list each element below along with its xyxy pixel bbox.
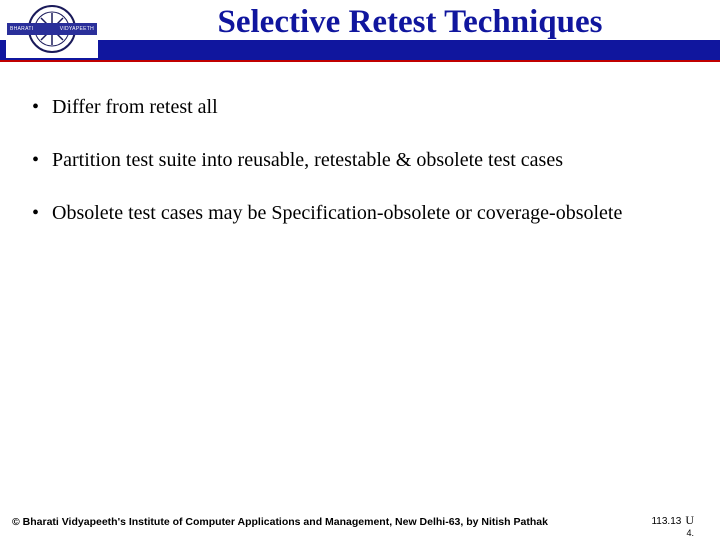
list-item: Partition test suite into reusable, rete… xyxy=(30,141,698,180)
copyright-text: © Bharati Vidyapeeth's Institute of Comp… xyxy=(12,516,548,528)
slide-body: Differ from retest all Partition test su… xyxy=(30,88,698,247)
slide-header: BHARATI VIDYAPEETH Selective Retest Tech… xyxy=(0,0,720,62)
logo-text-left: BHARATI xyxy=(10,26,33,32)
logo-text-right: VIDYAPEETH xyxy=(60,26,94,32)
page-number: 113.13 U xyxy=(651,513,694,528)
header-red-underline xyxy=(0,60,720,62)
page-number-value: 113.13 xyxy=(651,516,681,527)
list-item: Differ from retest all xyxy=(30,88,698,127)
institute-logo: BHARATI VIDYAPEETH xyxy=(6,0,98,58)
header-blue-bar xyxy=(0,40,720,60)
page-letter: U xyxy=(685,513,694,527)
slide-title: Selective Retest Techniques xyxy=(108,4,712,41)
page-sub: 4. xyxy=(686,528,694,538)
bullet-list: Differ from retest all Partition test su… xyxy=(30,88,698,233)
list-item: Obsolete test cases may be Specification… xyxy=(30,194,698,233)
slide-footer: © Bharati Vidyapeeth's Institute of Comp… xyxy=(0,508,720,534)
logo-text-band: BHARATI VIDYAPEETH xyxy=(7,23,97,35)
